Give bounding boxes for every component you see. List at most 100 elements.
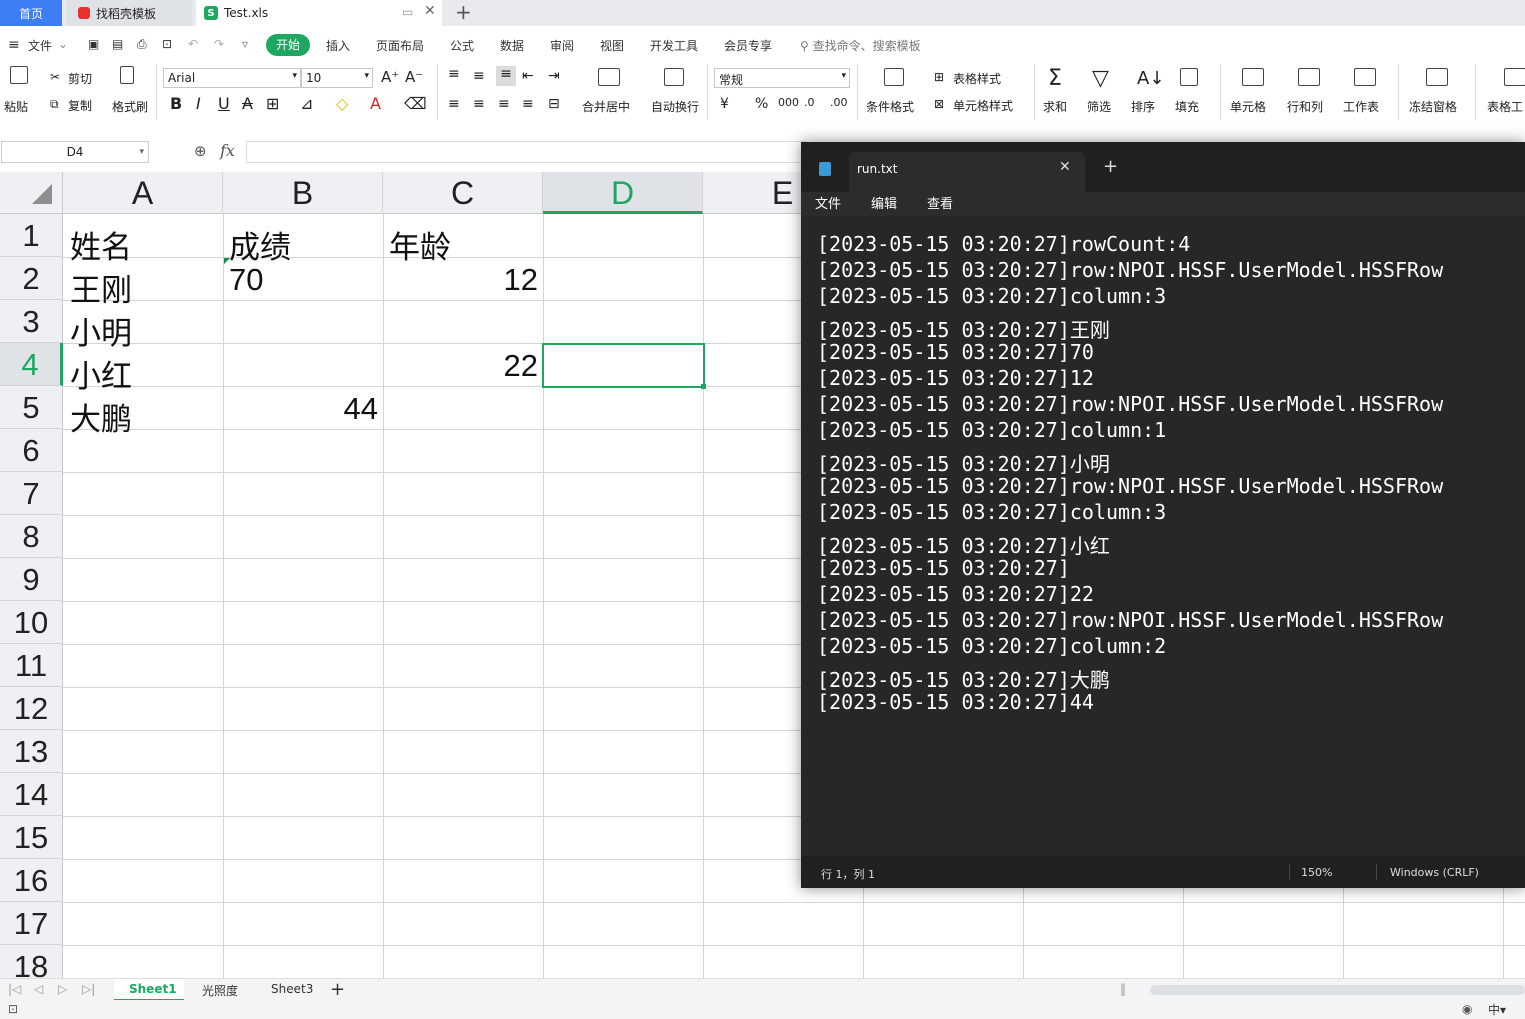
row-header-18[interactable]: 18 [0, 945, 63, 978]
italic-icon[interactable]: I [196, 94, 201, 113]
border-icon[interactable]: ⊞ [266, 94, 279, 113]
bold-icon[interactable]: B [170, 94, 182, 113]
percent-icon[interactable]: % [755, 96, 768, 112]
hamburger-icon[interactable]: ≡ [8, 37, 20, 53]
cell-c1[interactable]: 年龄 [389, 222, 451, 267]
notepad-menu-file[interactable]: 文件 [815, 193, 841, 212]
next-sheet-icon[interactable]: ▷ [58, 982, 67, 996]
row-header-11[interactable]: 11 [0, 644, 63, 687]
column-header-b[interactable]: B [223, 172, 383, 214]
active-cell-d4[interactable] [542, 343, 705, 388]
save-icon[interactable]: ▣ [88, 37, 99, 51]
number-format-select[interactable]: 常规 ▾ [714, 68, 850, 88]
formula-input[interactable] [246, 141, 806, 163]
prev-sheet-icon[interactable]: ◁ [34, 982, 43, 996]
tab-test-xls[interactable]: S Test.xls ▭ ✕ [196, 0, 442, 26]
fill-style-icon[interactable]: ⊿ [300, 94, 313, 113]
align-left-icon[interactable]: ≡ [448, 96, 460, 112]
row-header-6[interactable]: 6 [0, 429, 63, 472]
cell-b2[interactable]: 70 [229, 262, 263, 298]
input-method-icon[interactable]: 中▾ [1488, 1001, 1506, 1018]
eye-protect-icon[interactable]: ◉ [1462, 1002, 1472, 1016]
cell-b1[interactable]: 成绩 [229, 222, 291, 267]
font-size-select[interactable]: 10 ▾ [301, 68, 373, 88]
scroll-split-icon[interactable]: ‖ [1120, 982, 1126, 996]
notepad-menu-edit[interactable]: 编辑 [871, 193, 897, 212]
add-sheet-icon[interactable]: + [330, 979, 345, 1000]
sum-button[interactable]: 求和 [1043, 98, 1067, 115]
menu-page-layout[interactable]: 页面布局 [376, 37, 424, 54]
menu-file[interactable]: 文件 [28, 37, 52, 54]
preview-icon[interactable]: ⊡ [162, 37, 172, 51]
cell-a1[interactable]: 姓名 [70, 222, 132, 267]
conditional-format-button[interactable]: 条件格式 [866, 98, 914, 115]
pin-icon[interactable]: ▭ [402, 5, 413, 19]
zoom-formula-icon[interactable]: ⊕ [194, 142, 207, 160]
cell-a3[interactable]: 小明 [70, 308, 132, 353]
cell-a2[interactable]: 王刚 [70, 265, 132, 310]
menu-start[interactable]: 开始 [266, 34, 310, 56]
underline-icon[interactable]: U [218, 94, 230, 113]
redo-icon[interactable]: ↷ [214, 37, 224, 51]
cell-c2[interactable]: 12 [504, 262, 538, 298]
fill-button[interactable]: 填充 [1175, 98, 1199, 115]
font-color-icon[interactable]: A [370, 94, 381, 113]
freeze-panes-button[interactable]: 冻结窗格 [1409, 98, 1457, 115]
row-header-12[interactable]: 12 [0, 687, 63, 730]
chevron-down-icon[interactable]: ⌄ [58, 37, 68, 51]
export-icon[interactable]: ▤ [112, 37, 123, 51]
cell-a4[interactable]: 小红 [70, 351, 132, 396]
search-box[interactable]: ⚲ 查找命令、搜索模板 [800, 37, 921, 54]
fill-color-icon[interactable]: ◇ [336, 94, 348, 113]
row-header-15[interactable]: 15 [0, 816, 63, 859]
indent-increase-icon[interactable]: ⇥ [548, 68, 560, 84]
sheet-button[interactable]: 工作表 [1343, 98, 1379, 115]
fill-handle[interactable] [701, 384, 706, 389]
cell-button[interactable]: 单元格 [1230, 98, 1266, 115]
row-header-14[interactable]: 14 [0, 773, 63, 816]
notepad-menu-view[interactable]: 查看 [927, 193, 953, 212]
row-header-17[interactable]: 17 [0, 902, 63, 945]
filter-button[interactable]: 筛选 [1087, 98, 1111, 115]
sheet-tab-light[interactable]: 光照度 [202, 982, 238, 999]
currency-icon[interactable]: ¥ [720, 96, 729, 112]
row-header-4[interactable]: 4 [0, 343, 63, 386]
row-header-5[interactable]: 5 [0, 386, 63, 429]
menu-member[interactable]: 会员专享 [724, 37, 772, 54]
column-header-c[interactable]: C [383, 172, 543, 214]
align-bottom-icon[interactable]: ≡ [496, 66, 516, 86]
distribute-icon[interactable]: ⊟ [548, 96, 560, 112]
align-middle-icon[interactable]: ≡ [473, 68, 485, 84]
cut-button[interactable]: 剪切 [68, 70, 92, 87]
menu-insert[interactable]: 插入 [326, 37, 350, 54]
paste-icon[interactable] [10, 66, 28, 87]
close-tab-icon[interactable]: ✕ [424, 3, 436, 19]
tab-template[interactable]: 找稻壳模板 [66, 0, 192, 26]
horizontal-scrollbar[interactable] [1150, 985, 1525, 995]
strikethrough-icon[interactable]: A [242, 94, 253, 113]
cell-b5[interactable]: 44 [344, 391, 378, 427]
close-tab-icon[interactable]: ✕ [1059, 159, 1071, 175]
last-sheet-icon[interactable]: ▷| [82, 982, 95, 996]
column-header-a[interactable]: A [63, 172, 223, 214]
font-select[interactable]: Arial ▾ [163, 68, 301, 88]
row-header-9[interactable]: 9 [0, 558, 63, 601]
thousands-icon[interactable]: 000 [778, 96, 799, 109]
cell-c4[interactable]: 22 [504, 348, 538, 384]
select-all-corner[interactable] [0, 172, 63, 214]
menu-view[interactable]: 视图 [600, 37, 624, 54]
menu-formula[interactable]: 公式 [450, 37, 474, 54]
wrap-text-button[interactable]: 自动换行 [651, 98, 699, 115]
cell-style-button[interactable]: 单元格样式 [953, 97, 1013, 114]
row-header-10[interactable]: 10 [0, 601, 63, 644]
new-tab-icon[interactable]: + [1103, 156, 1118, 177]
table-tool-button[interactable]: 表格工 [1487, 98, 1523, 115]
align-top-icon[interactable]: ≡ [448, 66, 460, 82]
column-header-d[interactable]: D [543, 172, 703, 214]
first-sheet-icon[interactable]: |◁ [8, 982, 21, 996]
row-col-button[interactable]: 行和列 [1287, 98, 1323, 115]
notepad-text-area[interactable]: [2023-05-15 03:20:27]rowCount:4 [2023-05-… [801, 216, 1525, 856]
menu-developer[interactable]: 开发工具 [650, 37, 698, 54]
macro-icon[interactable]: ⊡ [8, 1002, 18, 1016]
menu-review[interactable]: 审阅 [550, 37, 574, 54]
